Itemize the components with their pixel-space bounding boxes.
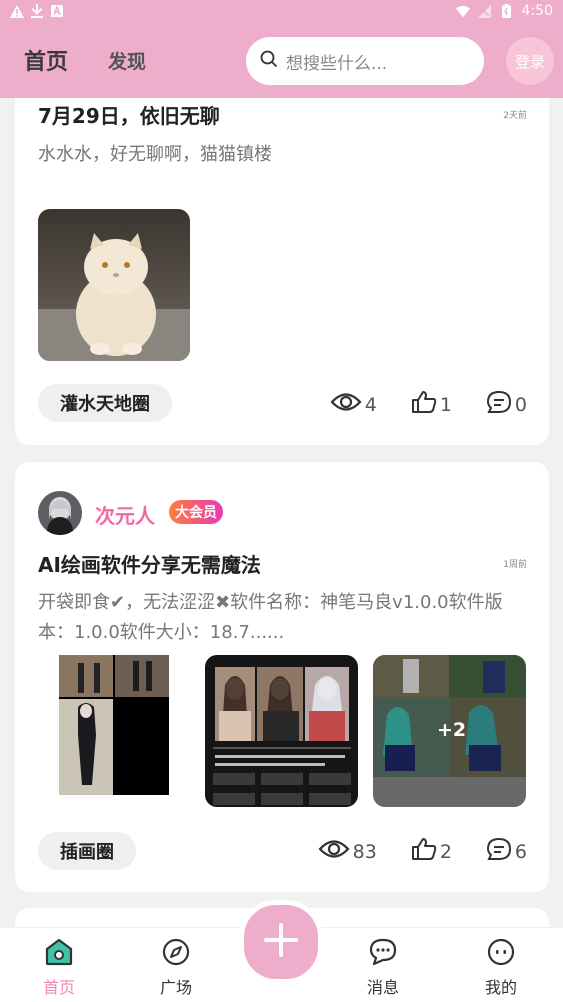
circle-tag[interactable]: 灌水天地圈 — [38, 384, 172, 422]
post-image[interactable] — [38, 655, 190, 807]
chat-icon — [353, 938, 413, 970]
comments-count: 6 — [514, 840, 527, 863]
views-count: 83 — [352, 840, 377, 863]
app-notification-icon — [50, 4, 64, 18]
post-body: 开袋即食✔，无法涩涩✖软件名称：神笔马良v1.0.0软件版本：1.0.0软件大小… — [38, 592, 503, 643]
no-signal-icon — [478, 4, 492, 18]
top-bar: 4:50 首页 发现 想搜些什么... 登录 — [0, 0, 563, 98]
profile-face-icon — [471, 938, 531, 970]
views-stat: 83 — [318, 838, 377, 865]
thumbs-up-icon — [411, 837, 437, 866]
plus-icon — [263, 922, 299, 962]
search-placeholder: 想搜些什么... — [286, 53, 388, 74]
tab-home[interactable]: 首页 — [24, 44, 68, 76]
nav-square-label: 广场 — [159, 978, 192, 997]
like-button[interactable]: 1 — [411, 390, 452, 419]
nav-home-label: 首页 — [42, 978, 75, 997]
nav-mine[interactable]: 我的 — [471, 938, 531, 998]
circle-tag[interactable]: 插画圈 — [38, 832, 136, 870]
avatar[interactable] — [38, 491, 82, 535]
status-bar: 4:50 — [0, 0, 563, 24]
login-button[interactable]: 登录 — [506, 37, 554, 85]
post-title: 7月29日，依旧无聊 — [38, 104, 220, 128]
comment-button[interactable]: 0 — [486, 390, 527, 419]
create-post-button[interactable] — [239, 900, 323, 984]
compass-icon — [146, 938, 206, 970]
wifi-icon — [455, 4, 470, 18]
vip-badge: 大会员 — [169, 500, 223, 524]
post-title: AI绘画软件分享无需魔法 — [38, 553, 261, 577]
post-time: 2天前 — [503, 111, 527, 121]
post-card[interactable]: 7月29日，依旧无聊 2天前 水水水，好无聊啊，猫猫镇楼 灌水天地圈 4 1 0 — [15, 70, 549, 445]
post-stats: 83 2 6 — [318, 837, 527, 866]
nav-square[interactable]: 广场 — [146, 938, 206, 998]
tab-discover[interactable]: 发现 — [108, 47, 146, 74]
nav-home[interactable]: 首页 — [29, 938, 89, 998]
post-image[interactable] — [38, 209, 190, 361]
comments-count: 0 — [514, 393, 527, 416]
battery-icon — [500, 4, 514, 18]
home-icon — [29, 938, 89, 970]
comment-icon — [486, 837, 512, 866]
likes-count: 1 — [439, 393, 452, 416]
post-time: 1周前 — [503, 560, 527, 570]
post-image[interactable] — [205, 655, 358, 807]
comment-button[interactable]: 6 — [486, 837, 527, 866]
search-icon — [260, 50, 278, 72]
thumbs-up-icon — [411, 390, 437, 419]
eye-icon — [330, 391, 362, 418]
more-images-count: +2 — [437, 719, 467, 741]
like-button[interactable]: 2 — [411, 837, 452, 866]
post-stats: 4 1 0 — [330, 390, 527, 419]
download-icon — [30, 4, 44, 18]
nav-messages-label: 消息 — [366, 978, 399, 997]
comment-icon — [486, 390, 512, 419]
eye-icon — [318, 838, 350, 865]
post-body: 水水水，好无聊啊，猫猫镇楼 — [38, 144, 272, 165]
post-card[interactable]: 次元人 大会员 AI绘画软件分享无需魔法 1周前 开袋即食✔，无法涩涩✖软件名称… — [15, 462, 549, 892]
likes-count: 2 — [439, 840, 452, 863]
username[interactable]: 次元人 — [95, 500, 155, 529]
post-image-more[interactable]: +2 — [373, 655, 526, 807]
status-time: 4:50 — [521, 3, 553, 19]
views-count: 4 — [364, 393, 377, 416]
views-stat: 4 — [330, 391, 377, 418]
warning-icon — [10, 4, 24, 18]
search-input[interactable]: 想搜些什么... — [246, 37, 484, 85]
nav-messages[interactable]: 消息 — [353, 938, 413, 998]
nav-mine-label: 我的 — [484, 978, 517, 997]
